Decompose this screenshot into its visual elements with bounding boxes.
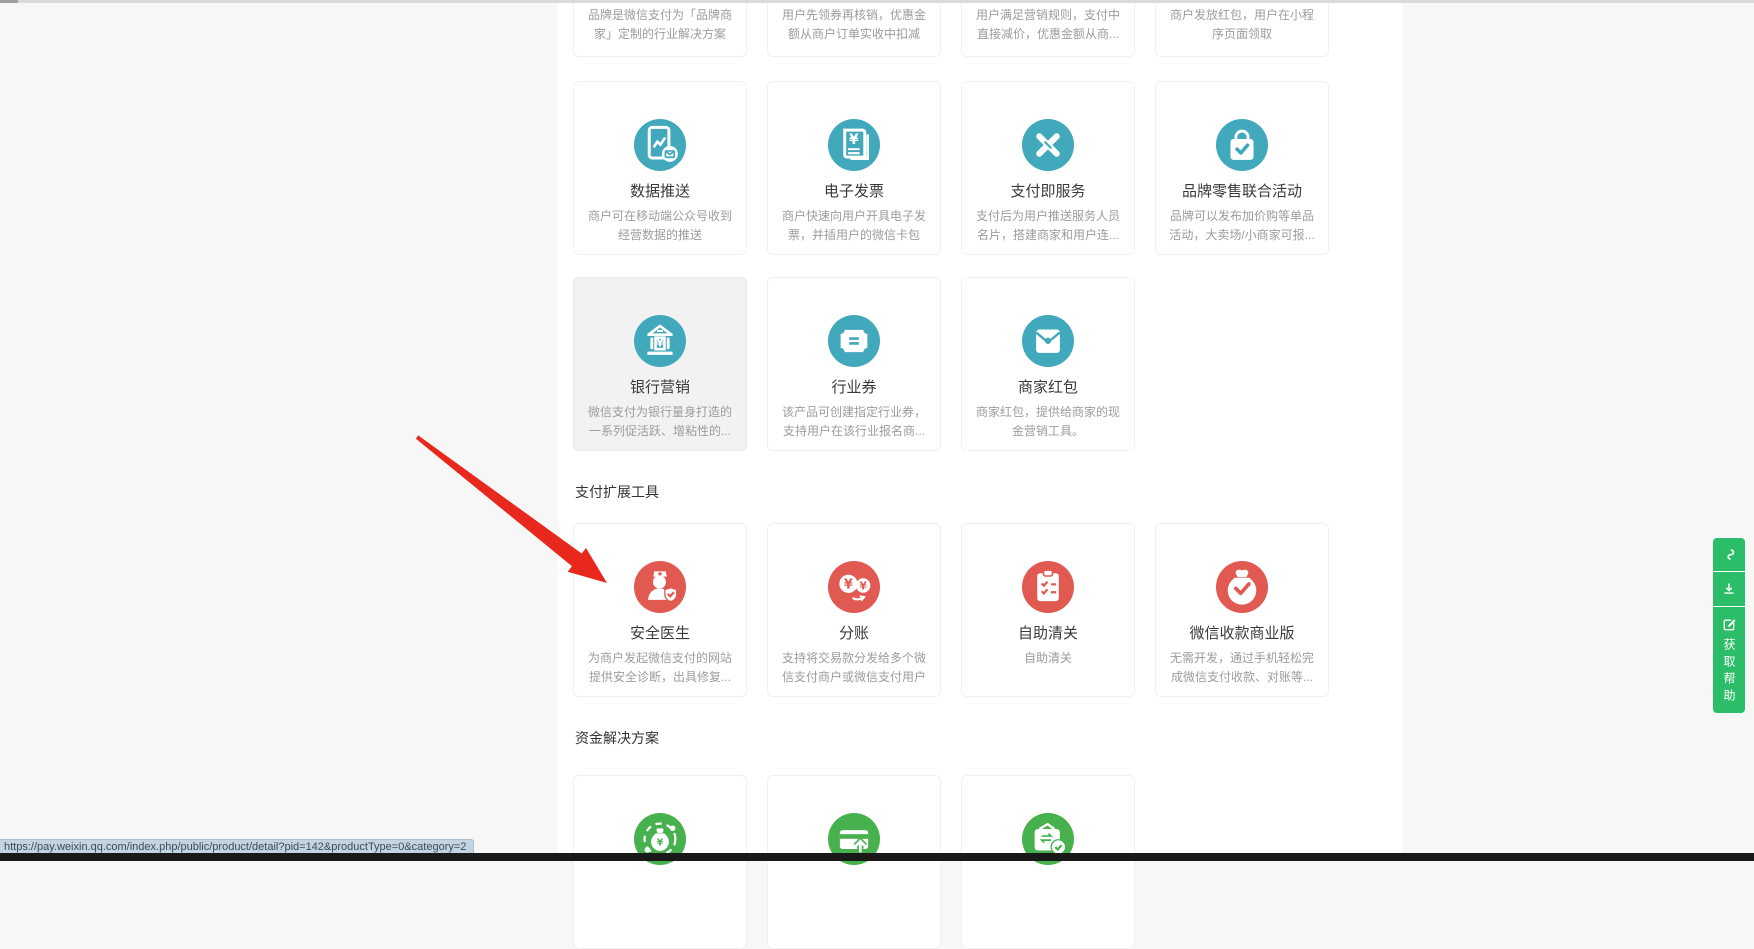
- product-title: 自助清关: [962, 622, 1134, 643]
- product-card[interactable]: 商家红包商家红包，提供给商家的现金营销工具。: [961, 277, 1135, 451]
- statusbar-url: https://pay.weixin.qq.com/index.php/publ…: [4, 841, 466, 853]
- product-card[interactable]: 微信收款商业版无需开发，通过手机轻松完成微信支付收款、对账等...: [1155, 523, 1329, 697]
- content-panel: 品牌是微信支付为「品牌商家」定制的行业解决方案用户先领券再核销，优惠金额从商户订…: [558, 0, 1402, 861]
- e-invoice-icon: ¥: [828, 119, 880, 171]
- product-grid: 品牌是微信支付为「品牌商家」定制的行业解决方案用户先领券再核销，优惠金额从商户订…: [573, 0, 1393, 949]
- svg-text:¥: ¥: [656, 337, 664, 350]
- product-card[interactable]: [961, 775, 1135, 949]
- product-row: 品牌是微信支付为「品牌商家」定制的行业解决方案用户先领券再核销，优惠金额从商户订…: [573, 0, 1393, 57]
- product-row: 安全医生为商户发起微信支付的网站提供安全诊断，出具修复...¥¥分账支持将交易款…: [573, 523, 1393, 697]
- product-desc: 为商户发起微信支付的网站提供安全诊断，出具修复...: [574, 649, 746, 687]
- toolbar-get-help-button[interactable]: 获取帮助: [1713, 607, 1745, 713]
- product-card[interactable]: 行业券该产品可创建指定行业券，支持用户在该行业报名商...: [767, 277, 941, 451]
- product-card[interactable]: 用户先领券再核销，优惠金额从商户订单实收中扣减: [767, 0, 941, 57]
- product-card[interactable]: 数据推送商户可在移动端公众号收到经营数据的推送: [573, 81, 747, 255]
- svg-text:¥: ¥: [859, 580, 867, 592]
- download-icon: [1720, 580, 1738, 598]
- customs-icon: [1022, 561, 1074, 613]
- side-help-toolbar: 获取帮助: [1713, 538, 1745, 713]
- toolbar-download-button[interactable]: [1713, 572, 1745, 607]
- product-desc: 品牌可以发布加价购等单品活动，大卖场/小商家可报...: [1156, 207, 1328, 245]
- edit-icon: [1720, 615, 1738, 633]
- product-title: 支付即服务: [962, 180, 1134, 201]
- red-packet-icon: [1022, 315, 1074, 367]
- wechat-collect-icon: [1216, 561, 1268, 613]
- product-row: 数据推送商户可在移动端公众号收到经营数据的推送 ¥ 电子发票商户快速向用户开具电子发…: [573, 81, 1393, 255]
- product-desc: 自助清关: [962, 649, 1134, 668]
- product-card[interactable]: ¥ 银行营销微信支付为银行量身打造的一系列促活跃、增粘性的...: [573, 277, 747, 451]
- product-card[interactable]: [767, 775, 941, 949]
- product-desc: 微信支付为银行量身打造的一系列促活跃、增粘性的...: [574, 403, 746, 441]
- product-desc: 支付后为用户推送服务人员名片，搭建商家和用户连...: [962, 207, 1134, 245]
- product-card[interactable]: 自助清关自助清关: [961, 523, 1135, 697]
- security-doctor-icon: [634, 561, 686, 613]
- product-row: ¥ 银行营销微信支付为银行量身打造的一系列促活跃、增粘性的... 行业券该产品可创建…: [573, 277, 1393, 451]
- product-desc: 无需开发，通过手机轻松完成微信支付收款、对账等...: [1156, 649, 1328, 687]
- pay-as-service-icon: [1022, 119, 1074, 171]
- product-card[interactable]: ¥¥分账支持将交易款分发给多个微信支付商户或微信支付用户: [767, 523, 941, 697]
- product-desc: 商家红包，提供给商家的现金营销工具。: [962, 403, 1134, 441]
- brand-retail-icon: [1216, 119, 1268, 171]
- top-corner-segment: [0, 0, 18, 3]
- product-title: 品牌零售联合活动: [1156, 180, 1328, 201]
- data-push-icon: [634, 119, 686, 171]
- product-row: ¥: [573, 775, 1393, 949]
- top-edge-bar: [0, 0, 1754, 3]
- bank-marketing-icon: ¥: [634, 315, 686, 367]
- product-title: 分账: [768, 622, 940, 643]
- product-title: 电子发票: [768, 180, 940, 201]
- product-desc: 商户发放红包，用户在小程序页面领取: [1156, 6, 1328, 44]
- product-card[interactable]: 支付即服务支付后为用户推送服务人员名片，搭建商家和用户连...: [961, 81, 1135, 255]
- product-title: 微信收款商业版: [1156, 622, 1328, 643]
- product-desc: 该产品可创建指定行业券，支持用户在该行业报名商...: [768, 403, 940, 441]
- product-card[interactable]: 品牌零售联合活动品牌可以发布加价购等单品活动，大卖场/小商家可报...: [1155, 81, 1329, 255]
- product-desc: 商户快速向用户开具电子发票，并插用户的微信卡包: [768, 207, 940, 245]
- product-desc: 用户满足营销规则，支付中直接减价，优惠金额从商...: [962, 6, 1134, 44]
- product-title: 银行营销: [574, 376, 746, 397]
- product-desc: 用户先领券再核销，优惠金额从商户订单实收中扣减: [768, 6, 940, 44]
- product-card[interactable]: 品牌是微信支付为「品牌商家」定制的行业解决方案: [573, 0, 747, 57]
- product-desc: 商户可在移动端公众号收到经营数据的推送: [574, 207, 746, 245]
- industry-coupon-icon: [828, 315, 880, 367]
- product-card[interactable]: 商户发放红包，用户在小程序页面领取: [1155, 0, 1329, 57]
- product-card[interactable]: ¥ 电子发票商户快速向用户开具电子发票，并插用户的微信卡包: [767, 81, 941, 255]
- product-title: 商家红包: [962, 376, 1134, 397]
- section-title: 支付扩展工具: [575, 482, 1393, 502]
- link-icon: [1720, 546, 1738, 564]
- product-card[interactable]: 用户满足营销规则，支付中直接减价，优惠金额从商...: [961, 0, 1135, 57]
- section-title: 资金解决方案: [575, 728, 1393, 748]
- toolbar-link-button[interactable]: [1713, 538, 1745, 572]
- svg-text:¥: ¥: [844, 577, 853, 592]
- product-title: 安全医生: [574, 622, 746, 643]
- product-desc: 品牌是微信支付为「品牌商家」定制的行业解决方案: [574, 6, 746, 44]
- product-title: 数据推送: [574, 180, 746, 201]
- product-card[interactable]: 安全医生为商户发起微信支付的网站提供安全诊断，出具修复...: [573, 523, 747, 697]
- product-title: 行业券: [768, 376, 940, 397]
- get-help-label: 获取帮助: [1720, 638, 1738, 706]
- svg-text:¥: ¥: [849, 132, 859, 148]
- product-desc: 支持将交易款分发给多个微信支付商户或微信支付用户: [768, 649, 940, 687]
- product-card[interactable]: ¥: [573, 775, 747, 949]
- profit-sharing-icon: ¥¥: [828, 561, 880, 613]
- svg-text:¥: ¥: [657, 838, 664, 849]
- bottom-edge-bar: [0, 853, 1754, 861]
